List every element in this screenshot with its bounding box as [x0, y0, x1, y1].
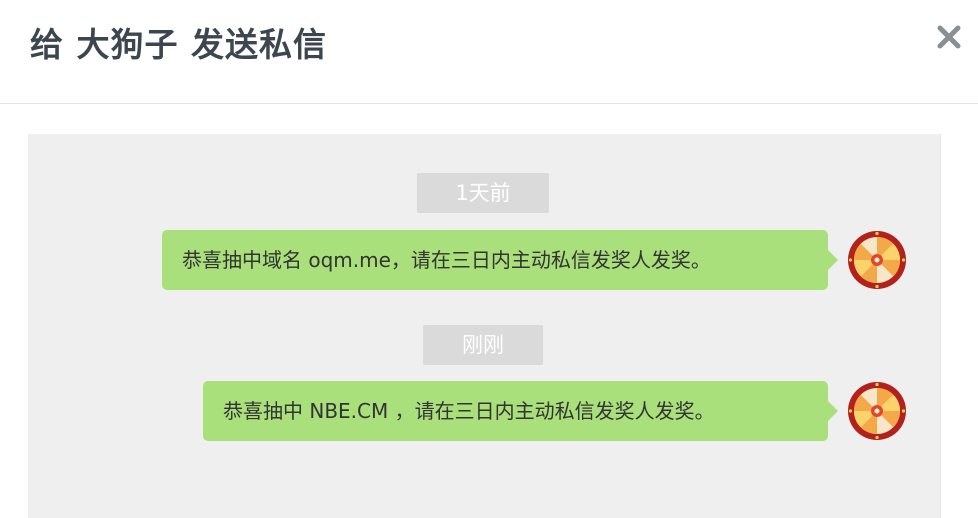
dialog-header: 给 大狗子 发送私信	[0, 0, 978, 104]
sender-avatar[interactable]	[847, 230, 907, 290]
scrollbar[interactable]	[940, 134, 978, 518]
private-message-dialog: 给 大狗子 发送私信 1天前 恭喜抽中域名 oqm.me，请在三日内主动私信发奖…	[0, 0, 978, 518]
prize-wheel-icon	[848, 231, 906, 289]
dialog-title: 给 大狗子 发送私信	[30, 25, 327, 64]
close-button[interactable]	[932, 20, 966, 54]
message-bubble: 恭喜抽中 NBE.CM ，请在三日内主动私信发奖人发奖。	[203, 381, 838, 441]
close-icon	[937, 25, 961, 49]
prize-wheel-icon	[848, 382, 906, 440]
message-bubble: 恭喜抽中域名 oqm.me，请在三日内主动私信发奖人发奖。	[162, 230, 838, 290]
message-timestamp: 刚刚	[423, 325, 543, 365]
sender-avatar[interactable]	[847, 381, 907, 441]
message-timestamp: 1天前	[417, 173, 549, 213]
